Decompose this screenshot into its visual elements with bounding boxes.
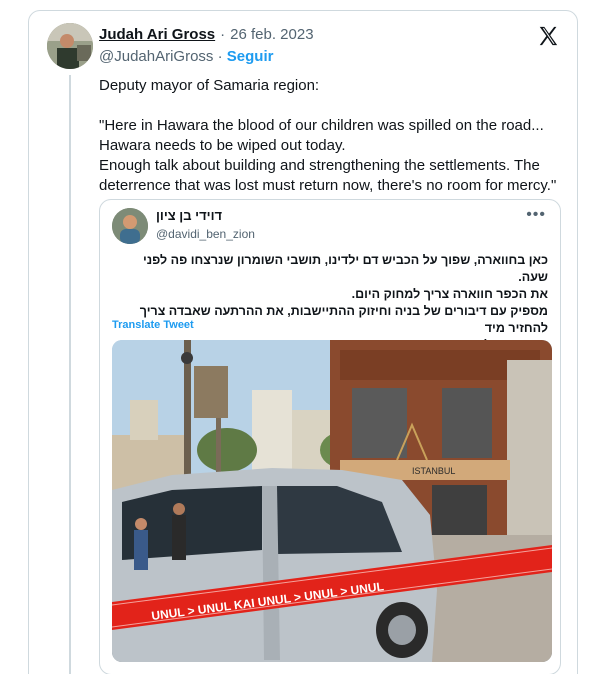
author-handle[interactable]: @JudahAriGross bbox=[99, 48, 213, 65]
quoted-author-handle[interactable]: @davidi_ben_zion bbox=[156, 225, 255, 243]
author-avatar-image bbox=[47, 23, 93, 69]
date-separator: · bbox=[220, 26, 226, 43]
author-name[interactable]: Judah Ari Gross bbox=[99, 25, 215, 45]
quoted-author-avatar[interactable] bbox=[112, 208, 148, 244]
author-avatar[interactable] bbox=[47, 23, 93, 69]
quoted-avatar-image bbox=[112, 208, 148, 244]
follow-button[interactable]: Seguir bbox=[227, 48, 274, 65]
svg-text:ISTANBUL: ISTANBUL bbox=[412, 466, 455, 476]
quoted-tweet[interactable]: דוידי בן ציון @davidi_ben_zion ••• כאן ב… bbox=[99, 199, 561, 674]
follow-separator: · bbox=[217, 48, 223, 65]
x-logo-icon[interactable] bbox=[537, 25, 559, 47]
quoted-author-name[interactable]: דוידי בן ציון bbox=[156, 207, 222, 225]
quoted-tweet-text: כאן בחווארה, שפוך על הכביש דם ילדינו, תו… bbox=[139, 253, 548, 352]
tweet-date[interactable]: 26 feb. 2023 bbox=[230, 25, 313, 45]
tweet-text: Deputy mayor of Samaria region: "Here in… bbox=[99, 77, 557, 194]
street-scene-image: ISTANBUL UNUL > UNUL KAI UNUL > UNUL > U… bbox=[112, 340, 552, 662]
translate-tweet-link[interactable]: Translate Tweet bbox=[112, 319, 194, 331]
ellipsis-icon[interactable]: ••• bbox=[526, 206, 546, 224]
quoted-tweet-photo[interactable]: ISTANBUL UNUL > UNUL KAI UNUL > UNUL > U… bbox=[112, 340, 552, 662]
thread-line bbox=[69, 75, 71, 674]
tweet-header: Judah Ari Gross · 26 feb. 2023 @JudahAri… bbox=[99, 25, 519, 67]
tweet-card[interactable]: Judah Ari Gross · 26 feb. 2023 @JudahAri… bbox=[28, 10, 578, 674]
